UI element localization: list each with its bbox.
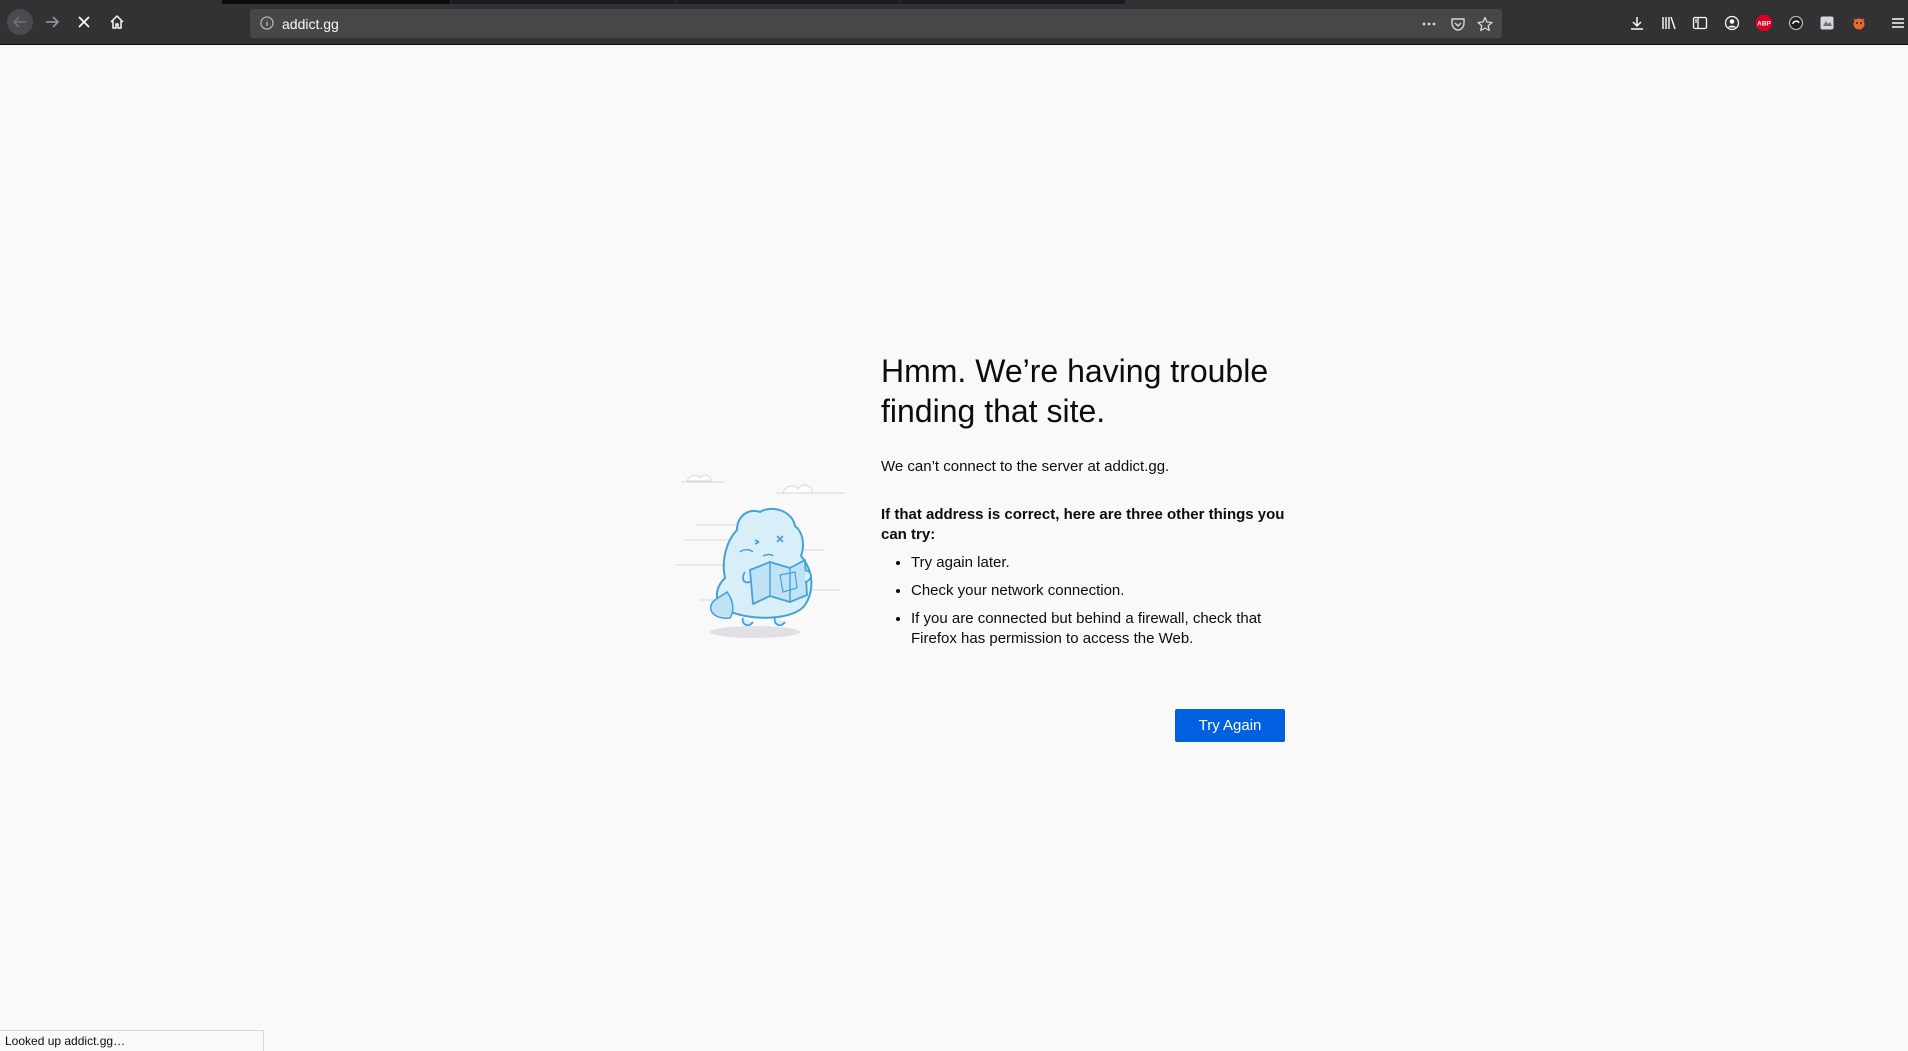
error-title: Hmm. We’re having trouble finding that s… [881,353,1269,429]
suggestion-list: Try again later. Check your network conn… [881,553,1291,649]
tab-strip-4 [901,0,1125,4]
error-illustration [675,474,845,638]
tab-strip-3 [676,0,900,4]
adblock-plus-icon[interactable]: ABP [1754,13,1774,33]
home-button[interactable] [104,9,130,35]
browser-toolbar: addict.gg ABP [0,0,1908,45]
suggestion-item: Check your network connection. [911,581,1291,601]
sidebar-icon[interactable] [1690,13,1710,33]
back-icon [12,16,26,28]
home-icon [110,15,124,29]
extension-icon[interactable] [1786,13,1806,33]
suggestion-item: Try again later. [911,553,1291,573]
menu-icon[interactable] [1888,13,1908,33]
error-description: We can’t connect to the server at addict… [881,458,1170,475]
status-bar: Looked up addict.gg… [0,1030,264,1051]
error-container: Hmm. We’re having trouble finding that s… [881,351,1291,657]
forward-button[interactable] [39,9,65,35]
url-bar[interactable]: addict.gg [250,9,1502,38]
site-info-icon[interactable] [260,16,274,35]
url-text[interactable]: addict.gg [282,16,339,32]
account-icon[interactable] [1722,13,1742,33]
bookmark-star-icon[interactable] [1476,15,1494,33]
pocket-icon[interactable] [1449,15,1467,33]
stop-button[interactable] [71,9,97,35]
suggestion-item: If you are connected but behind a firewa… [911,609,1291,649]
extension-icon-2[interactable] [1817,13,1837,33]
try-again-button[interactable]: Try Again [1175,709,1285,742]
suggestion-heading: If that address is correct, here are thr… [881,506,1285,543]
extension-icon-3[interactable] [1849,13,1869,33]
tab-strip-2 [451,0,675,4]
library-icon[interactable] [1659,13,1679,33]
forward-icon [46,16,60,28]
stop-icon [78,16,90,28]
tab-strip-active [222,0,450,4]
downloads-icon[interactable] [1627,13,1647,33]
adblock-label: ABP [1757,21,1771,28]
page-actions-icon[interactable] [1420,15,1438,33]
back-button[interactable] [7,9,33,35]
